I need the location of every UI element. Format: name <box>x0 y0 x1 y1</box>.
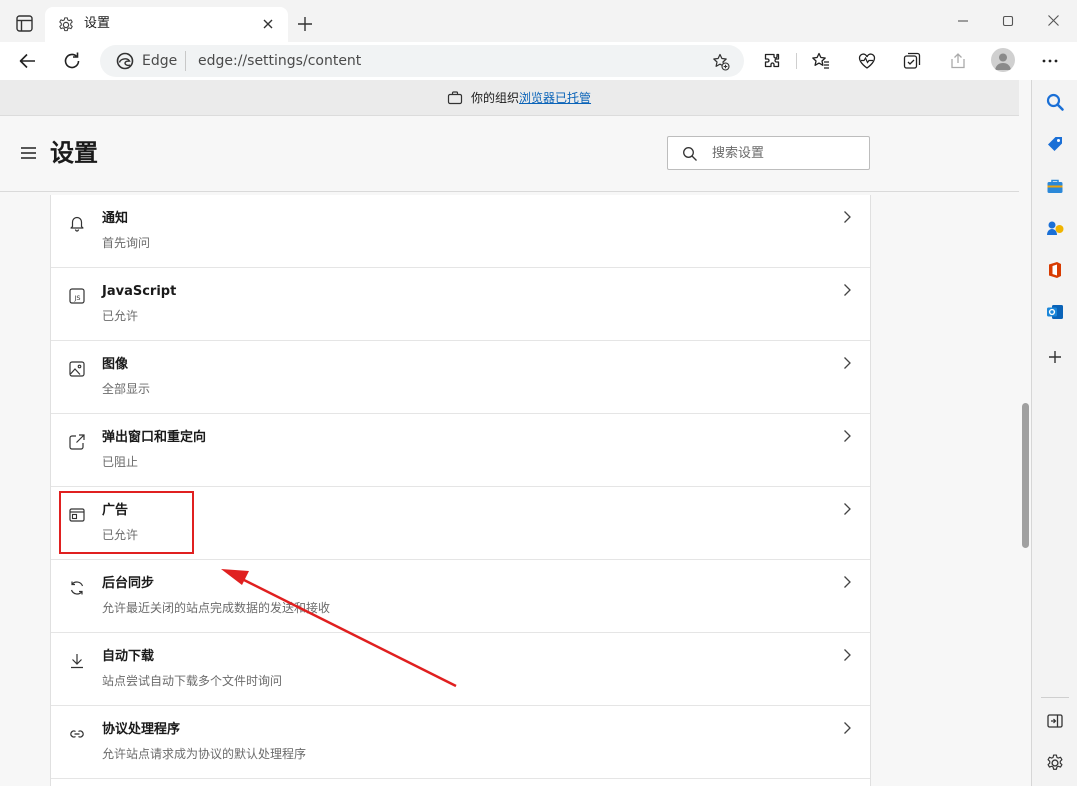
list-item-protocol-handlers[interactable]: 协议处理程序 允许站点请求成为协议的默认处理程序 <box>51 706 870 779</box>
briefcase-icon <box>447 91 463 105</box>
managed-text: 你的组织浏览器已托管 <box>471 89 591 107</box>
scrollbar-thumb[interactable] <box>1022 403 1029 548</box>
scrollbar[interactable] <box>1019 80 1031 786</box>
row-title: 后台同步 <box>102 576 155 591</box>
chevron-right-icon <box>840 209 854 225</box>
row-subtitle: 站点尝试自动下载多个文件时询问 <box>102 674 283 688</box>
page-title: 设置 <box>50 139 98 167</box>
search-icon[interactable] <box>1045 92 1065 112</box>
edge-sidebar <box>1031 80 1077 786</box>
annotation-highlight-box <box>59 491 194 554</box>
gear-icon <box>57 16 75 34</box>
tab-title: 设置 <box>84 16 111 31</box>
list-item-javascript[interactable]: JS JavaScript 已允许 <box>51 268 870 341</box>
chevron-right-icon <box>840 574 854 590</box>
settings-content: 你的组织浏览器已托管 设置 通知 首先询问 JS JavaScript <box>0 80 1031 786</box>
tab-close-icon[interactable] <box>261 17 275 31</box>
managed-link[interactable]: 浏览器已托管 <box>519 91 591 105</box>
settings-header: 设置 <box>0 116 1031 192</box>
url-text[interactable]: edge://settings/content <box>198 52 361 70</box>
browser-toolbar: Edge edge://settings/content <box>0 42 1077 80</box>
back-arrow-icon[interactable] <box>17 50 39 72</box>
new-tab-icon[interactable] <box>296 15 314 33</box>
address-bar[interactable]: Edge edge://settings/content <box>100 45 744 77</box>
chevron-right-icon <box>840 355 854 371</box>
row-title: 图像 <box>102 357 129 372</box>
download-icon <box>68 652 86 670</box>
row-subtitle: 全部显示 <box>102 382 151 396</box>
row-title: 自动下载 <box>102 649 155 664</box>
js-icon: JS <box>68 287 86 305</box>
window-close-icon[interactable] <box>1046 13 1061 28</box>
address-divider <box>185 51 186 71</box>
list-item-images[interactable]: 图像 全部显示 <box>51 341 870 414</box>
title-bar: 设置 <box>0 0 1077 42</box>
edge-logo-icon <box>116 52 134 70</box>
protocol-icon <box>68 725 86 743</box>
sync-icon <box>68 579 86 597</box>
outlook-icon[interactable] <box>1045 302 1065 322</box>
chevron-right-icon <box>840 720 854 736</box>
search-input[interactable] <box>712 144 862 162</box>
sidebar-divider <box>1041 697 1069 698</box>
menu-icon[interactable] <box>20 146 37 160</box>
chevron-right-icon <box>840 282 854 298</box>
favorites-icon[interactable] <box>811 51 831 71</box>
list-item-popups[interactable]: 弹出窗口和重定向 已阻止 <box>51 414 870 487</box>
row-title: JavaScript <box>102 284 177 299</box>
row-title: 通知 <box>102 211 129 226</box>
shopping-tag-icon[interactable] <box>1045 134 1065 154</box>
list-item-background-sync[interactable]: 后台同步 允许最近关闭的站点完成数据的发送和接收 <box>51 560 870 633</box>
extensions-icon[interactable] <box>762 51 782 71</box>
minimize-icon[interactable] <box>956 14 970 28</box>
managed-banner: 你的组织浏览器已托管 <box>0 80 1031 116</box>
refresh-icon[interactable] <box>61 50 83 72</box>
image-icon <box>68 360 86 378</box>
office-icon[interactable] <box>1045 260 1065 280</box>
sidebar-settings-icon[interactable] <box>1045 753 1065 773</box>
chevron-right-icon <box>840 428 854 444</box>
maximize-icon[interactable] <box>1001 14 1015 28</box>
svg-text:JS: JS <box>73 294 80 302</box>
row-subtitle: 已阻止 <box>102 455 139 469</box>
collections-icon[interactable] <box>902 51 922 71</box>
games-icon[interactable] <box>1045 218 1065 238</box>
more-options-icon[interactable] <box>1040 51 1060 71</box>
row-subtitle: 允许最近关闭的站点完成数据的发送和接收 <box>102 601 331 615</box>
profile-avatar[interactable] <box>991 48 1015 72</box>
row-subtitle: 首先询问 <box>102 236 151 250</box>
row-title: 协议处理程序 <box>102 722 181 737</box>
managed-prefix: 你的组织 <box>471 91 520 105</box>
search-box[interactable] <box>667 136 870 170</box>
bell-icon <box>68 214 86 232</box>
site-label: Edge <box>142 53 178 69</box>
list-item-notifications[interactable]: 通知 首先询问 <box>51 195 870 268</box>
list-item-auto-download[interactable]: 自动下载 站点尝试自动下载多个文件时询问 <box>51 633 870 706</box>
search-icon <box>682 146 698 162</box>
row-title: 弹出窗口和重定向 <box>102 430 207 445</box>
add-icon[interactable] <box>1045 347 1065 367</box>
row-subtitle: 已允许 <box>102 309 139 323</box>
share-icon[interactable] <box>948 51 968 71</box>
chevron-right-icon <box>840 501 854 517</box>
row-subtitle: 允许站点请求成为协议的默认处理程序 <box>102 747 307 761</box>
chevron-right-icon <box>840 647 854 663</box>
tools-icon[interactable] <box>1045 176 1065 196</box>
popup-icon <box>68 433 86 451</box>
tab-actions-icon[interactable] <box>14 14 36 34</box>
add-favorite-icon[interactable] <box>712 53 730 71</box>
hide-sidebar-icon[interactable] <box>1045 711 1065 731</box>
toolbar-divider <box>796 53 797 69</box>
browser-essentials-icon[interactable] <box>857 51 877 71</box>
browser-tab[interactable]: 设置 <box>45 7 288 42</box>
